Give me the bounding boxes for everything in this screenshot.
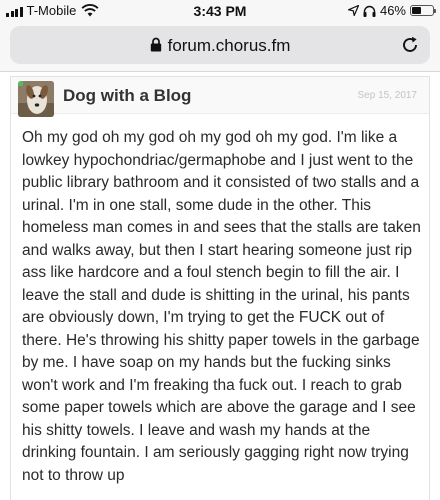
headphones-icon — [363, 5, 376, 17]
status-bar: T-Mobile 3:43 PM 46% — [0, 0, 440, 22]
url-display[interactable]: forum.chorus.fm — [10, 36, 430, 56]
reload-icon[interactable] — [400, 35, 420, 55]
url-text: forum.chorus.fm — [167, 36, 291, 55]
post-author[interactable]: Dog with a Blog — [63, 86, 191, 106]
forum-post: Dog with a Blog Sep 15, 2017 Oh my god o… — [10, 76, 430, 500]
browser-toolbar: forum.chorus.fm — [0, 22, 440, 72]
address-bar[interactable]: forum.chorus.fm — [10, 26, 430, 64]
dog-avatar-image — [18, 81, 54, 117]
status-right: 46% — [347, 3, 436, 18]
post-header: Dog with a Blog Sep 15, 2017 — [11, 77, 429, 117]
lock-icon — [150, 37, 161, 52]
online-indicator — [18, 81, 23, 86]
battery-percent: 46% — [379, 3, 406, 18]
post-date[interactable]: Sep 15, 2017 — [358, 90, 418, 101]
battery-level — [412, 7, 422, 14]
battery-icon — [410, 5, 436, 16]
post-body: Oh my god oh my god oh my god oh my god.… — [22, 129, 421, 484]
avatar[interactable] — [18, 81, 54, 117]
location-arrow-icon — [347, 5, 359, 16]
